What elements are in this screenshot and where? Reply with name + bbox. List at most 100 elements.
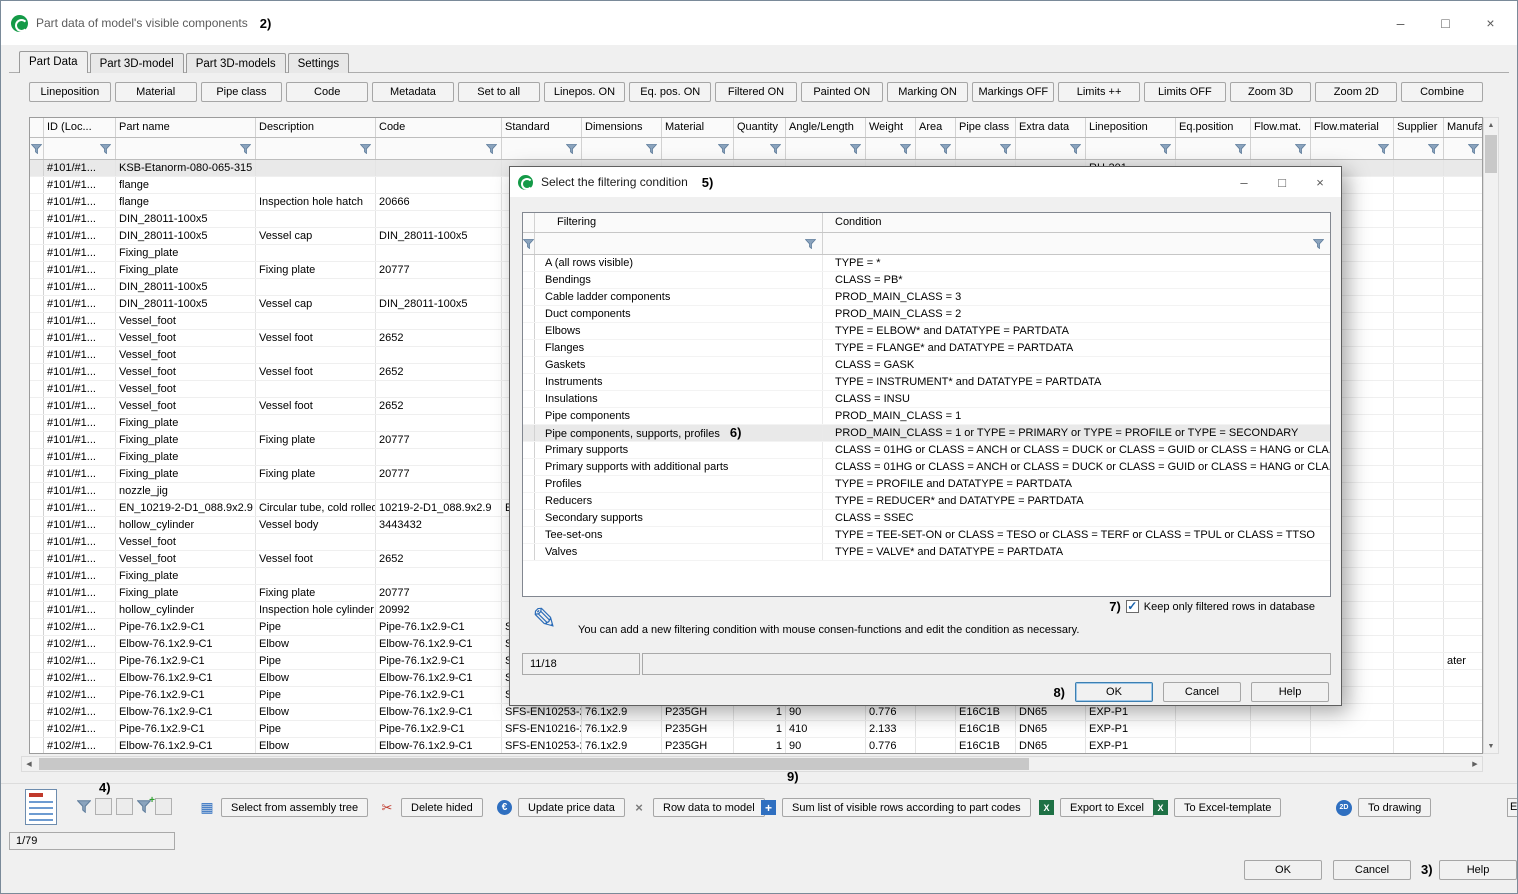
- column-header-lineposition[interactable]: Lineposition: [1086, 118, 1176, 137]
- toolbar-button-set-to-all[interactable]: Set to all: [458, 82, 540, 102]
- to-excel-template-button[interactable]: To Excel-template: [1174, 798, 1281, 817]
- filter-cell-pipe-class[interactable]: [956, 138, 1016, 159]
- column-header-flow-mat[interactable]: Flow.mat.: [1251, 118, 1311, 137]
- filter-condition-row[interactable]: Duct componentsPROD_MAIN_CLASS = 2: [523, 306, 1330, 323]
- filter-condition-row[interactable]: ValvesTYPE = VALVE* and DATATYPE = PARTD…: [523, 544, 1330, 561]
- vertical-scroll-thumb[interactable]: [1485, 135, 1497, 173]
- maximize-button[interactable]: □: [1423, 8, 1468, 38]
- toolbar-button-zoom-3d[interactable]: Zoom 3D: [1230, 82, 1312, 102]
- ok-button[interactable]: OK: [1244, 860, 1322, 880]
- column-header-id-loc[interactable]: ID (Loc...: [44, 118, 116, 137]
- part-list-icon[interactable]: [25, 789, 57, 825]
- tab-settings[interactable]: Settings: [288, 53, 350, 73]
- filter-cell-flow-material[interactable]: [1311, 138, 1394, 159]
- scroll-up-icon[interactable]: ▲: [1484, 118, 1498, 132]
- row-data-to-model-button[interactable]: Row data to model: [653, 798, 765, 817]
- toolbar-button-painted-on[interactable]: Painted ON: [801, 82, 883, 102]
- filter-condition-row[interactable]: InstrumentsTYPE = INSTRUMENT* and DATATY…: [523, 374, 1330, 391]
- vertical-scrollbar[interactable]: ▲ ▼: [1483, 117, 1499, 754]
- update-price-data-button[interactable]: Update price data: [518, 798, 625, 817]
- column-header-description[interactable]: Description: [256, 118, 376, 137]
- filter-cell[interactable]: [523, 233, 535, 254]
- dialog-ok-button[interactable]: OK: [1075, 682, 1153, 702]
- cancel-button[interactable]: Cancel: [1333, 860, 1411, 880]
- column-header-quantity[interactable]: Quantity: [734, 118, 786, 137]
- filter-condition-row[interactable]: Tee-set-onsTYPE = TEE-SET-ON or CLASS = …: [523, 527, 1330, 544]
- filter-cell-part-name[interactable]: [116, 138, 256, 159]
- toolbar-button-combine[interactable]: Combine: [1401, 82, 1483, 102]
- filter-cell-quantity[interactable]: [734, 138, 786, 159]
- tab-part-3d-models[interactable]: Part 3D-models: [186, 53, 286, 73]
- toolbar-button-markings-off[interactable]: Markings OFF: [972, 82, 1054, 102]
- tab-part-data[interactable]: Part Data: [19, 51, 88, 73]
- filter-cell-extra-data[interactable]: [1016, 138, 1086, 159]
- filter-condition-row[interactable]: BendingsCLASS = PB*: [523, 272, 1330, 289]
- column-header-eq-position[interactable]: Eq.position: [1176, 118, 1251, 137]
- column-header-material[interactable]: Material: [662, 118, 734, 137]
- filter-option-button-1[interactable]: [95, 798, 112, 815]
- filter-cell-flow-mat[interactable]: [1251, 138, 1311, 159]
- toolbar-button-linepos-on[interactable]: Linepos. ON: [544, 82, 626, 102]
- select-from-assembly-tree-button[interactable]: Select from assembly tree: [221, 798, 368, 817]
- partial-button-e[interactable]: E: [1507, 798, 1518, 817]
- column-header-weight[interactable]: Weight: [866, 118, 916, 137]
- maximize-button[interactable]: □: [1263, 169, 1301, 195]
- scroll-down-icon[interactable]: ▼: [1484, 739, 1498, 753]
- to-drawing-button[interactable]: To drawing: [1358, 798, 1431, 817]
- filter-condition-row[interactable]: Cable ladder componentsPROD_MAIN_CLASS =…: [523, 289, 1330, 306]
- filter-cell-id-loc[interactable]: [44, 138, 116, 159]
- filter-cell-standard[interactable]: [502, 138, 582, 159]
- column-header-filtering[interactable]: Filtering: [535, 213, 823, 232]
- column-header-angle-length[interactable]: Angle/Length: [786, 118, 866, 137]
- filter-condition-row[interactable]: Pipe components, supports, profiles6)PRO…: [523, 425, 1330, 442]
- close-button[interactable]: ×: [1468, 8, 1513, 38]
- filter-condition-row[interactable]: InsulationsCLASS = INSU: [523, 391, 1330, 408]
- filter-condition-row[interactable]: Primary supportsCLASS = 01HG or CLASS = …: [523, 442, 1330, 459]
- filter-condition-row[interactable]: A (all rows visible)TYPE = *: [523, 255, 1330, 272]
- filter-cell-condition[interactable]: [823, 233, 1330, 254]
- filter-option-button-2[interactable]: [116, 798, 133, 815]
- column-header-condition[interactable]: Condition: [823, 213, 1330, 232]
- column-header-part-name[interactable]: Part name: [116, 118, 256, 137]
- dialog-cancel-button[interactable]: Cancel: [1163, 682, 1241, 702]
- filter-option-button-3[interactable]: [155, 798, 172, 815]
- toolbar-button-zoom-2d[interactable]: Zoom 2D: [1315, 82, 1397, 102]
- minimize-button[interactable]: –: [1378, 8, 1423, 38]
- column-header-supplier[interactable]: Supplier: [1394, 118, 1444, 137]
- filter-cell-eq-position[interactable]: [1176, 138, 1251, 159]
- keep-filtered-checkbox[interactable]: ✓: [1126, 600, 1139, 613]
- filter-cell-material[interactable]: [662, 138, 734, 159]
- column-header-manufac[interactable]: Manufac...: [1444, 118, 1483, 137]
- column-header-flow-material[interactable]: Flow.material: [1311, 118, 1394, 137]
- filter-condition-row[interactable]: GasketsCLASS = GASK: [523, 357, 1330, 374]
- toolbar-button-code[interactable]: Code: [286, 82, 368, 102]
- help-button[interactable]: Help: [1439, 860, 1517, 880]
- toolbar-button-marking-on[interactable]: Marking ON: [887, 82, 969, 102]
- dialog-help-button[interactable]: Help: [1251, 682, 1329, 702]
- filter-cell[interactable]: [30, 138, 44, 159]
- filter-cell-dimensions[interactable]: [582, 138, 662, 159]
- filter-condition-row[interactable]: FlangesTYPE = FLANGE* and DATATYPE = PAR…: [523, 340, 1330, 357]
- filter-condition-row[interactable]: Pipe componentsPROD_MAIN_CLASS = 1: [523, 408, 1330, 425]
- toolbar-button-limits[interactable]: Limits ++: [1058, 82, 1140, 102]
- filter-condition-row[interactable]: Secondary supportsCLASS = SSEC: [523, 510, 1330, 527]
- filter-condition-row[interactable]: ElbowsTYPE = ELBOW* and DATATYPE = PARTD…: [523, 323, 1330, 340]
- tab-part-3d-model[interactable]: Part 3D-model: [90, 53, 184, 73]
- column-header-extra-data[interactable]: Extra data: [1016, 118, 1086, 137]
- filter-cell-filtering[interactable]: [535, 233, 823, 254]
- export-to-excel-button[interactable]: Export to Excel: [1060, 798, 1154, 817]
- delete-hided-button[interactable]: Delete hided: [401, 798, 483, 817]
- scroll-left-icon[interactable]: ◀: [22, 757, 36, 771]
- filter-cell-code[interactable]: [376, 138, 502, 159]
- table-row[interactable]: #102/#1...Pipe-76.1x2.9-C1PipePipe-76.1x…: [30, 721, 1482, 738]
- filter-add-icon[interactable]: [137, 800, 151, 813]
- toolbar-button-pipe-class[interactable]: Pipe class: [201, 82, 283, 102]
- filter-condition-row[interactable]: Primary supports with additional partsCL…: [523, 459, 1330, 476]
- column-header-dimensions[interactable]: Dimensions: [582, 118, 662, 137]
- filter-cell-angle-length[interactable]: [786, 138, 866, 159]
- toolbar-button-filtered-on[interactable]: Filtered ON: [715, 82, 797, 102]
- horizontal-scrollbar[interactable]: ◀ ▶: [21, 756, 1483, 772]
- column-header-standard[interactable]: Standard: [502, 118, 582, 137]
- table-row[interactable]: #102/#1...Elbow-76.1x2.9-C1ElbowElbow-76…: [30, 738, 1482, 754]
- column-header-area[interactable]: Area: [916, 118, 956, 137]
